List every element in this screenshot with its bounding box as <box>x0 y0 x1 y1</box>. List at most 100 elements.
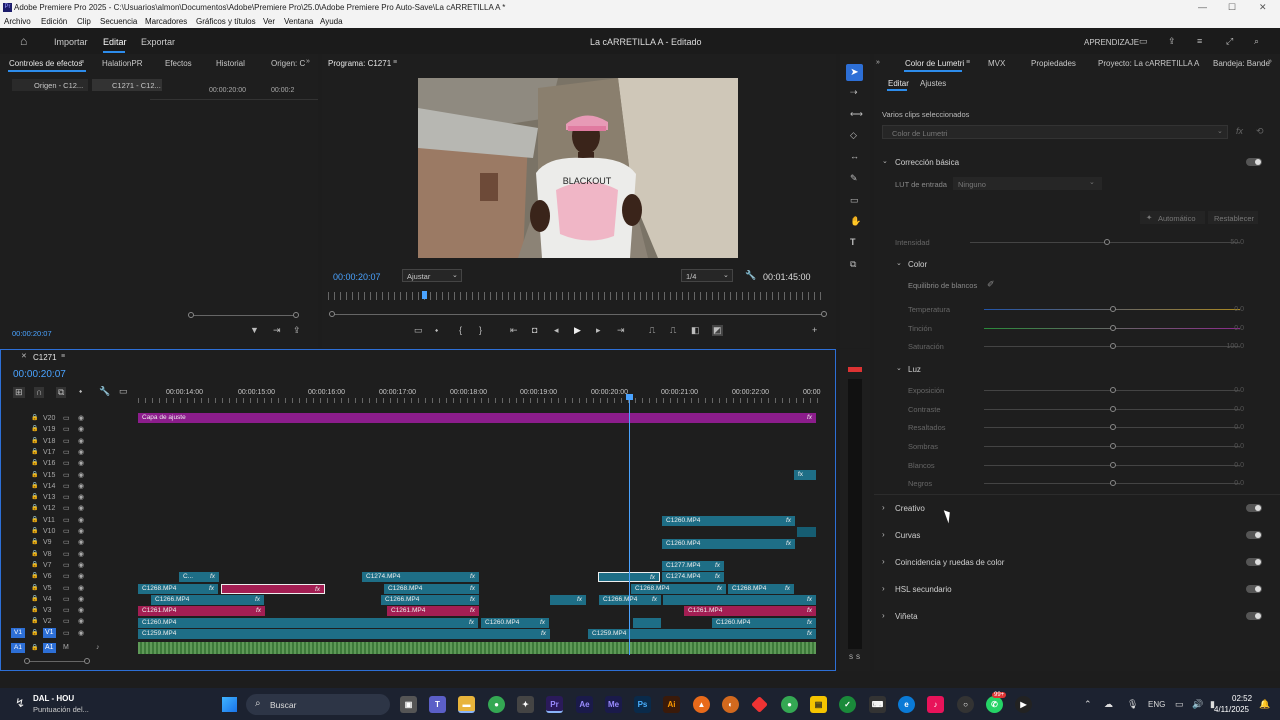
shadows-handle[interactable] <box>1110 443 1116 449</box>
chrome-icon[interactable]: ● <box>488 696 505 713</box>
shadows-value[interactable]: 0.0 <box>1214 443 1244 450</box>
app-icon-red[interactable] <box>751 696 768 713</box>
eye-icon[interactable]: ◉ <box>78 516 84 524</box>
exposure-handle[interactable] <box>1110 387 1116 393</box>
clock-date[interactable]: 4/11/2025 <box>1214 705 1249 714</box>
tab-project[interactable]: Proyecto: La cARRETILLA A <box>1098 59 1199 68</box>
lock-icon[interactable]: 🔒 <box>31 617 38 624</box>
panel-menu-icon[interactable]: ≡ <box>80 59 84 66</box>
chevron-right-icon[interactable]: › <box>882 585 885 593</box>
fx-icon[interactable]: fx <box>1236 127 1243 136</box>
highlights-handle[interactable] <box>1110 424 1116 430</box>
eye-icon[interactable]: ◉ <box>78 482 84 490</box>
more-tabs-left-icon[interactable]: » <box>876 59 880 66</box>
whatsapp-icon[interactable]: ✆ <box>986 696 1003 713</box>
step-forward-icon[interactable]: ▸ <box>596 326 601 335</box>
section-basic-correction[interactable]: Corrección básica <box>895 158 959 167</box>
sync-lock-icon[interactable]: ▭ <box>63 606 70 614</box>
lock-icon[interactable]: 🔒 <box>31 414 38 421</box>
clip-v6-c1274[interactable]: C1274.MP4 fx <box>362 572 479 582</box>
ec-zoom-handle-right[interactable] <box>293 312 299 318</box>
mark-out-icon[interactable]: } <box>479 326 482 335</box>
eye-icon[interactable]: ◉ <box>78 629 84 637</box>
intensity-handle[interactable] <box>1104 239 1110 245</box>
chevron-down-icon[interactable]: ⌄ <box>896 365 902 372</box>
captions-icon[interactable]: ▭ <box>119 387 128 396</box>
contrast-handle[interactable] <box>1110 406 1116 412</box>
curves-toggle[interactable] <box>1246 531 1262 539</box>
eye-icon[interactable]: ◉ <box>78 606 84 614</box>
media-player-icon[interactable]: ▶ <box>1015 696 1032 713</box>
eye-icon[interactable]: ◉ <box>78 617 84 625</box>
track-name[interactable]: V14 <box>43 483 55 490</box>
clip-v3-c1261b[interactable]: C1261.MP4 fx <box>387 606 479 616</box>
sync-lock-icon[interactable]: ▭ <box>63 471 70 479</box>
playhead-handle[interactable] <box>626 394 633 400</box>
track-name[interactable]: V16 <box>43 460 55 467</box>
lock-icon[interactable]: 🔒 <box>31 493 38 500</box>
program-zoom-bar[interactable] <box>333 314 825 315</box>
program-playhead[interactable] <box>422 291 427 299</box>
blacks-handle[interactable] <box>1110 480 1116 486</box>
eye-icon[interactable]: ◉ <box>78 572 84 580</box>
tab-lumetri[interactable]: Color de Lumetri <box>905 59 964 68</box>
sync-lock-icon[interactable]: ▭ <box>63 504 70 512</box>
sync-lock-icon[interactable]: ▭ <box>63 572 70 580</box>
tab-source[interactable]: Origen: C <box>271 59 305 68</box>
track-name[interactable]: V19 <box>43 426 55 433</box>
workspace-icon[interactable]: ▭ <box>1139 37 1148 46</box>
auto-button[interactable]: ✦ Automático <box>1140 211 1205 224</box>
timeline-zoom-right[interactable] <box>84 658 90 664</box>
chevron-down-icon[interactable]: ⌄ <box>896 260 902 267</box>
sequence-tab[interactable]: C1271 <box>33 353 57 362</box>
go-to-in-icon[interactable]: ⇤ <box>510 326 518 335</box>
app-icon-orange[interactable]: ◐ <box>722 696 739 713</box>
windows-start-icon[interactable] <box>222 697 237 712</box>
clip-v4-c1266c[interactable]: C1266.MP4 fx <box>599 595 661 605</box>
track-name[interactable]: V20 <box>43 415 55 422</box>
task-view-icon[interactable]: ▣ <box>400 696 417 713</box>
volume-icon[interactable]: 🔊 <box>1192 700 1203 709</box>
maximize-icon[interactable]: ☐ <box>1228 2 1236 13</box>
temperature-value[interactable]: 0.0 <box>1214 306 1244 313</box>
language-indicator[interactable]: ENG <box>1148 700 1165 709</box>
creative-toggle[interactable] <box>1246 504 1262 512</box>
ec-zoom-bar[interactable] <box>192 315 297 316</box>
eye-icon[interactable]: ◉ <box>78 414 84 422</box>
sync-lock-icon[interactable]: ▭ <box>63 595 70 603</box>
clip-v5-c1268c[interactable]: C1268.MP4 fx <box>631 584 726 594</box>
clip-v3-c1261[interactable]: C1261.MP4 fx <box>138 606 265 616</box>
safe-margins-icon[interactable]: ▭ <box>414 326 423 335</box>
clock-time[interactable]: 02:52 <box>1232 694 1252 703</box>
clip-v5-pink[interactable]: fx <box>221 584 325 594</box>
section-creative[interactable]: Creativo <box>895 504 925 513</box>
contrast-value[interactable]: 0.0 <box>1214 406 1244 413</box>
clip-v6-c1274b[interactable]: C1274.MP4 fx <box>662 572 724 582</box>
filter-icon[interactable]: ▼ <box>250 326 259 335</box>
sync-lock-icon[interactable]: ▭ <box>63 527 70 535</box>
ec-zoom-handle-left[interactable] <box>188 312 194 318</box>
menu-ventana[interactable]: Ventana <box>284 17 313 26</box>
stock-sub[interactable]: Puntuación del... <box>33 705 89 714</box>
track-select-icon[interactable]: ⇢ <box>850 88 858 97</box>
eye-icon[interactable]: ◉ <box>78 561 84 569</box>
sync-lock-icon[interactable]: ▭ <box>63 561 70 569</box>
premiere-taskbar-icon[interactable]: Pr <box>546 696 563 713</box>
clip-v5-c1268[interactable]: C1268.MP4 fx <box>138 584 218 594</box>
lock-icon[interactable]: 🔒 <box>31 644 38 651</box>
whites-handle[interactable] <box>1110 462 1116 468</box>
track-name[interactable]: V17 <box>43 449 55 456</box>
lock-icon[interactable]: 🔒 <box>31 550 38 557</box>
chevron-right-icon[interactable]: › <box>882 504 885 512</box>
tab-history[interactable]: Historial <box>216 59 245 68</box>
clip-adjust-layer[interactable]: Capa de ajuste fx <box>138 413 816 423</box>
eye-icon[interactable]: ◉ <box>78 538 84 546</box>
mic-icon[interactable]: ♪ <box>96 644 100 651</box>
stock-name[interactable]: DAL - HOU <box>33 694 74 703</box>
program-zoom-left[interactable] <box>329 311 335 317</box>
vlc-icon[interactable]: ▲ <box>693 696 710 713</box>
exposure-value[interactable]: 0.0 <box>1214 387 1244 394</box>
mark-in-icon[interactable]: { <box>459 326 462 335</box>
teams-icon[interactable]: T <box>429 696 446 713</box>
eye-icon[interactable]: ◉ <box>78 595 84 603</box>
